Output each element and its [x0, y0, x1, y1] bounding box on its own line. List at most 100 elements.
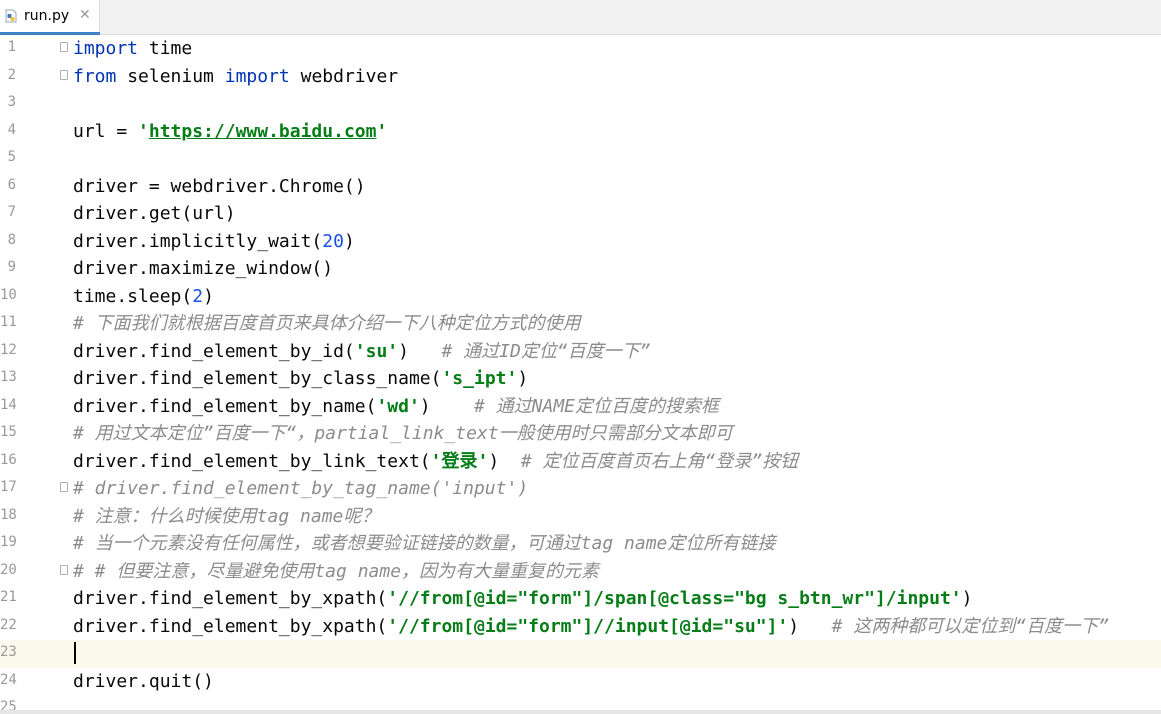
code-editor[interactable]: 1 import time 2 from selenium import webdri…	[0, 35, 1161, 710]
line-number: 1	[7, 39, 16, 55]
token-cmt: # # 但要注意，尽量避免使用tag name，因为有大量重复的元素	[73, 560, 600, 582]
line-number: 2	[7, 66, 16, 83]
code-line[interactable]: 7 driver.get(url)	[0, 200, 1161, 228]
code-text: driver.quit()	[73, 670, 214, 694]
line-number: 13	[0, 369, 17, 385]
token-str: 'wd'	[376, 395, 420, 417]
code-text: driver.implicitly_wait(20)	[73, 230, 355, 254]
line-number: 8	[7, 231, 16, 248]
line-number: 25	[0, 699, 17, 710]
code-text: url = 'https://www.baidu.com'	[73, 120, 387, 144]
token-plain: driver.implicitly_wait(	[73, 230, 323, 252]
editor-tab-bar: run.py ✕	[0, 0, 1161, 35]
fold-marker-icon[interactable]	[60, 482, 68, 492]
token-str: '//from[@id="form"]/span[@class="bg s_bt…	[387, 588, 962, 609]
code-line[interactable]: 17 # driver.find_element_by_tag_name('inp…	[0, 475, 1161, 503]
token-plain: )	[419, 395, 474, 417]
code-text: driver = webdriver.Chrome()	[73, 175, 366, 199]
line-number: 6	[7, 176, 16, 193]
line-number: 21	[0, 589, 17, 605]
line-number: 11	[0, 314, 17, 330]
code-line[interactable]: 19 # 当一个元素没有任何属性，或者想要验证链接的数量，可通过tag name定…	[0, 530, 1161, 558]
horizontal-scrollbar[interactable]	[0, 710, 1161, 714]
code-line[interactable]: 3	[0, 90, 1161, 118]
token-kw: import	[224, 65, 290, 87]
code-line[interactable]: 14 driver.find_element_by_name('wd') # 通过…	[0, 393, 1161, 421]
code-line[interactable]: 8 driver.implicitly_wait(20)	[0, 228, 1161, 256]
code-line[interactable]: 2 from selenium import webdriver	[0, 63, 1161, 91]
fold-marker-icon[interactable]	[60, 42, 68, 52]
token-str: 'su'	[354, 340, 399, 362]
code-line[interactable]: 13 driver.find_element_by_class_name('s_i…	[0, 365, 1161, 393]
code-text: # 当一个元素没有任何属性，或者想要验证链接的数量，可通过tag name定位所…	[73, 532, 775, 556]
code-text: driver.find_element_by_link_text('登录') #…	[73, 450, 798, 474]
line-number: 16	[0, 451, 17, 468]
token-plain: driver.find_element_by_name(	[73, 395, 377, 417]
tab-close-icon[interactable]: ✕	[79, 7, 91, 23]
code-line[interactable]: 12 driver.find_element_by_id('su') # 通过ID…	[0, 338, 1161, 366]
token-plain: selenium	[116, 65, 225, 87]
token-plain: driver.find_element_by_id(	[73, 340, 355, 362]
token-plain: )	[488, 450, 521, 472]
token-str: '登录'	[430, 450, 489, 472]
code-line[interactable]: 5	[0, 145, 1161, 173]
line-number: 7	[7, 204, 16, 220]
code-line[interactable]: 11 # 下面我们就根据百度首页来具体介绍一下八种定位方式的使用	[0, 310, 1161, 338]
line-number: 5	[7, 149, 16, 165]
fold-marker-icon[interactable]	[60, 564, 68, 575]
token-str: 's_ipt'	[441, 368, 518, 389]
code-text: # 下面我们就根据百度首页来具体介绍一下八种定位方式的使用	[73, 312, 581, 336]
token-cmt: # 当一个元素没有任何属性，或者想要验证链接的数量，可通过tag name定位所…	[73, 533, 776, 554]
code-line-current[interactable]: 23	[0, 640, 1161, 668]
code-line[interactable]: 16 driver.find_element_by_link_text('登录')…	[0, 448, 1161, 476]
code-text: from selenium import webdriver	[73, 65, 398, 89]
code-line[interactable]: 24 driver.quit()	[0, 668, 1161, 696]
code-line[interactable]: 1 import time	[0, 35, 1161, 63]
code-text: driver.find_element_by_id('su') # 通过ID定位…	[73, 340, 651, 364]
token-plain: )	[343, 230, 355, 252]
token-cmt: # 用过文本定位”百度一下“，partial_link_text一般使用时只需部…	[73, 423, 733, 444]
code-line[interactable]: 18 # 注意：什么时候使用tag name呢？	[0, 503, 1161, 531]
token-plain: )	[788, 615, 832, 637]
line-number: 18	[0, 506, 17, 523]
token-kw: from	[73, 65, 117, 87]
code-line[interactable]: 4 url = 'https://www.baidu.com'	[0, 118, 1161, 146]
code-line[interactable]: 20 # # 但要注意，尽量避免使用tag name，因为有大量重复的元素	[0, 558, 1161, 586]
token-link[interactable]: https://www.baidu.com	[149, 121, 377, 142]
code-line[interactable]: 25	[0, 695, 1161, 710]
line-number: 9	[7, 259, 16, 275]
token-plain: )	[398, 340, 442, 362]
token-plain: )	[517, 368, 529, 389]
code-line[interactable]: 10 time.sleep(2)	[0, 283, 1161, 311]
fold-marker-icon[interactable]	[60, 69, 68, 80]
line-number: 23	[0, 644, 17, 660]
token-num: 2	[192, 285, 204, 307]
line-number: 12	[0, 341, 17, 358]
token-plain: driver.quit()	[73, 670, 214, 692]
line-number: 19	[0, 534, 17, 550]
code-line[interactable]: 21 driver.find_element_by_xpath('//from[@…	[0, 585, 1161, 613]
tab-label: run.py	[24, 8, 70, 24]
token-cmt: # 这两种都可以定位到“百度一下”	[831, 615, 1109, 637]
token-plain: time.sleep(	[73, 285, 193, 307]
token-plain: url =	[73, 120, 139, 142]
token-plain: driver.find_element_by_xpath(	[73, 588, 388, 609]
python-file-icon	[5, 9, 17, 23]
code-text: # # 但要注意，尽量避免使用tag name，因为有大量重复的元素	[73, 560, 599, 584]
token-str: '	[376, 120, 388, 142]
token-cmt: # 注意：什么时候使用tag name呢？	[73, 505, 380, 527]
code-line[interactable]: 9 driver.maximize_window()	[0, 255, 1161, 283]
code-line[interactable]: 22 driver.find_element_by_xpath('//from[@…	[0, 613, 1161, 641]
code-text: driver.find_element_by_xpath('//from[@id…	[73, 615, 1109, 639]
token-cmt: # 通过NAME定位百度的搜索框	[473, 395, 720, 417]
token-str: '	[138, 120, 149, 142]
line-number: 4	[7, 121, 16, 138]
code-line[interactable]: 15 # 用过文本定位”百度一下“，partial_link_text一般使用时只…	[0, 420, 1161, 448]
token-str: '//from[@id="form"]//input[@id="su"]'	[387, 615, 789, 637]
code-line[interactable]: 6 driver = webdriver.Chrome()	[0, 173, 1161, 201]
text-caret	[74, 642, 76, 664]
tab-run-py[interactable]: run.py ✕	[0, 0, 100, 35]
code-text: # 用过文本定位”百度一下“，partial_link_text一般使用时只需部…	[73, 422, 733, 446]
code-text: time.sleep(2)	[73, 285, 214, 309]
line-number: 24	[0, 671, 17, 688]
